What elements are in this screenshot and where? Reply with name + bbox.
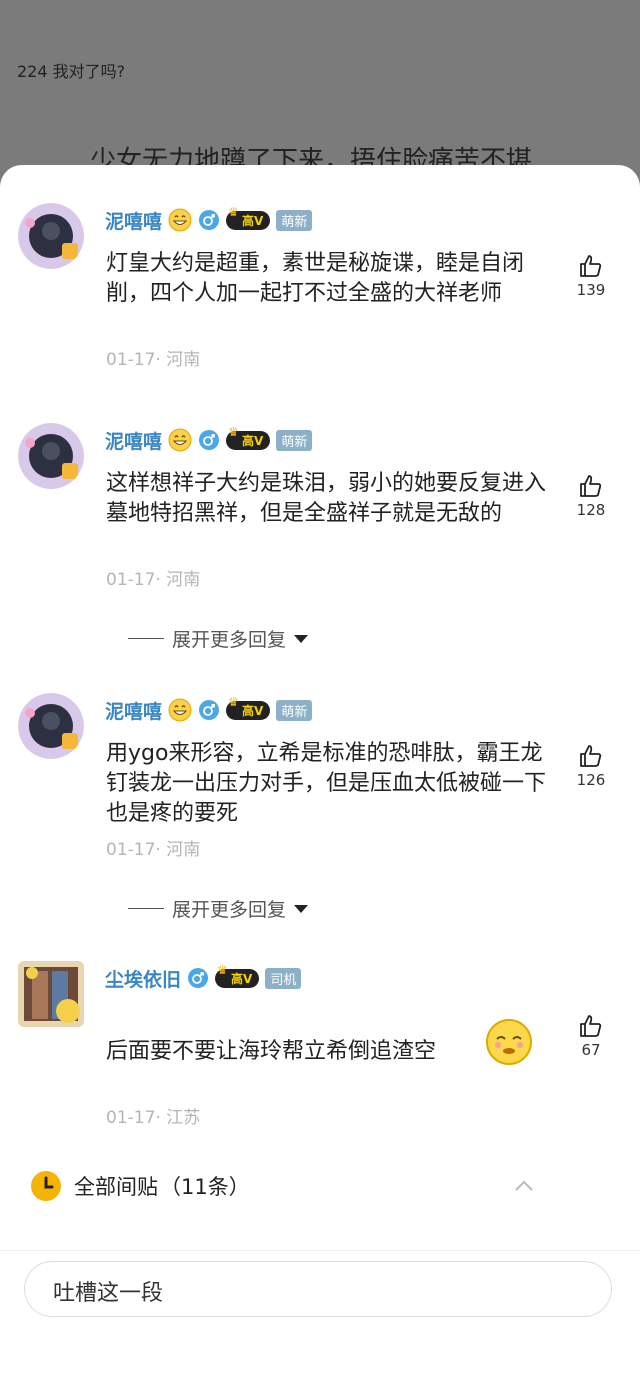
username[interactable]: 泥嘻嘻 [105,697,162,724]
comment-meta: 01-17· 河南 [106,350,201,370]
expand-replies-button[interactable]: 展开更多回复 [128,625,309,652]
comment-input[interactable]: 吐槽这一段 [24,1261,612,1317]
like-count: 139 [576,281,606,299]
grin-emoji-icon [168,208,192,232]
username[interactable]: 泥嘻嘻 [105,207,162,234]
divider-line [128,638,164,639]
like-count: 128 [576,501,606,519]
user-tag: 司机 [265,967,302,989]
sticker-emoji-icon [486,1019,532,1065]
all-posts-toggle[interactable]: 全部间贴 （11条） [30,1170,250,1202]
chevron-up-icon[interactable] [514,1176,534,1196]
comment-input-placeholder: 吐槽这一段 [53,1281,164,1306]
grin-emoji-icon [168,428,192,452]
thumbs-up-icon [580,255,602,277]
comment-text: 这样想祥子大约是珠泪，弱小的她要反复进入墓地特招黑祥，但是全盛祥子就是无敌的 [106,471,547,526]
avatar[interactable] [18,203,84,269]
thumbs-up-icon [580,745,602,767]
all-posts-count: （11条） [160,1175,250,1199]
user-tag: 萌新 [276,209,313,231]
divider-line [128,908,164,909]
vip-badge: ♛ 高V [226,695,271,720]
like-button[interactable]: 139 [572,253,610,299]
like-button[interactable]: 128 [572,473,610,519]
crown-icon: ♛ [228,204,239,219]
expand-replies-label: 展开更多回复 [172,629,287,651]
comment-sheet: 泥嘻嘻 ♛ 高V 萌新 灯皇大约是超重，素世是秘旋谍，睦是自闭削，四个人加一起打不… [0,165,640,1385]
clock-icon [31,1171,61,1201]
avatar[interactable] [18,693,84,759]
like-count: 126 [576,771,606,789]
comment-text: 后面要不要让海玲帮立希倒追渣空 [106,1039,437,1064]
male-icon [199,700,220,720]
like-button[interactable]: 126 [572,743,610,789]
all-posts-label: 全部间贴 [74,1175,158,1199]
male-icon [199,430,220,450]
background-header: 224 我对了吗? [17,62,126,81]
comment-meta: 01-17· 河南 [106,840,201,860]
crown-icon: ♛ [228,424,239,439]
like-count: 67 [581,1041,601,1059]
crown-icon: ♛ [217,962,228,977]
expand-replies-label: 展开更多回复 [172,899,287,921]
user-tag: 萌新 [276,429,313,451]
comment-meta: 01-17· 江苏 [106,1108,201,1128]
username[interactable]: 泥嘻嘻 [105,427,162,454]
vip-badge: ♛ 高V [226,425,271,450]
like-button[interactable]: 67 [572,1013,610,1059]
male-icon [199,210,220,230]
avatar[interactable] [18,961,84,1027]
comment-meta: 01-17· 河南 [106,570,201,590]
vip-badge: ♛ 高V [215,963,260,988]
expand-replies-button[interactable]: 展开更多回复 [128,895,309,922]
username[interactable]: 尘埃依旧 [105,965,181,992]
thumbs-up-icon [580,475,602,497]
divider [0,1250,640,1251]
crown-icon: ♛ [228,694,239,709]
thumbs-up-icon [580,1015,602,1037]
caret-down-icon [294,634,309,643]
user-tag: 萌新 [276,699,313,721]
male-icon [188,968,209,988]
vip-badge: ♛ 高V [226,205,271,230]
comment-text: 用ygo来形容，立希是标准的恐啡肽，霸王龙钉装龙一出压力对手，但是压血太低被碰一… [106,741,547,826]
avatar[interactable] [18,423,84,489]
comment-text: 灯皇大约是超重，素世是秘旋谍，睦是自闭削，四个人加一起打不过全盛的大祥老师 [106,251,525,306]
caret-down-icon [294,904,309,913]
grin-emoji-icon [168,698,192,722]
